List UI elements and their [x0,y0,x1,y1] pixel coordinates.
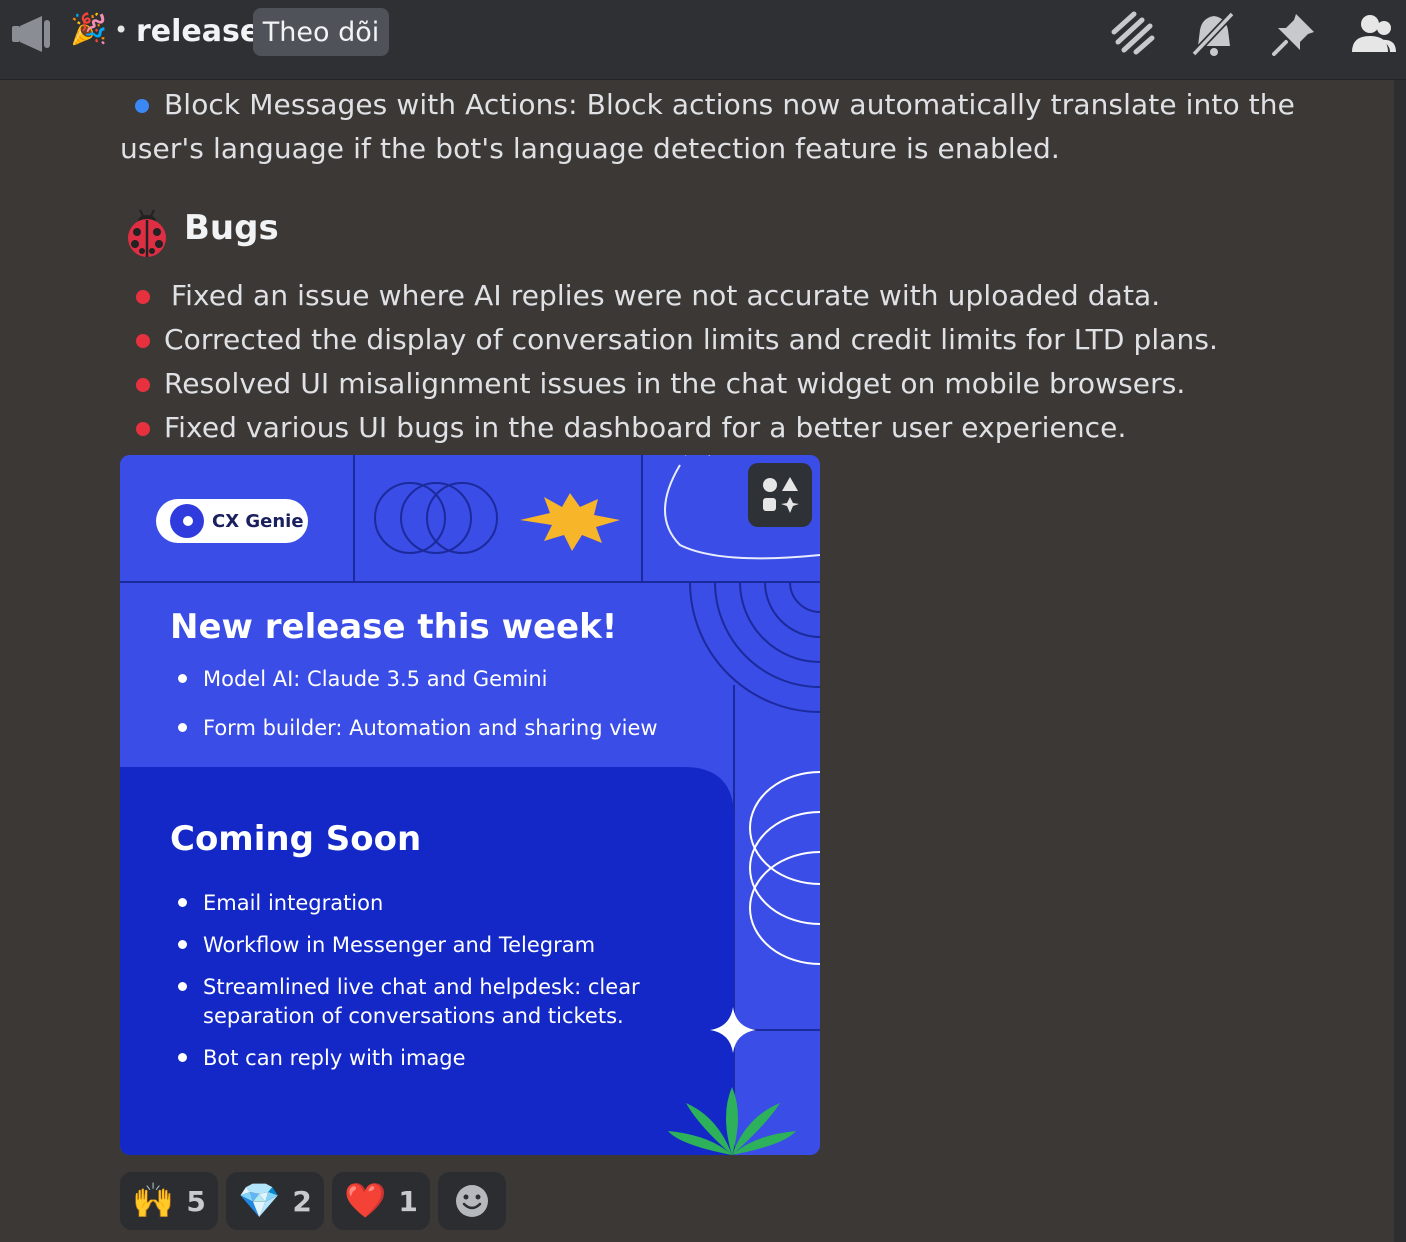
new-item-1: Model AI: Claude 3.5 and Gemini [178,667,548,691]
cx-genie-logo: CX Genie [156,499,308,543]
threads-icon[interactable] [1108,10,1156,58]
new-item-2: Form builder: Automation and sharing vie… [178,716,658,740]
reaction-heart[interactable]: ❤️ 1 [332,1172,430,1230]
reaction-count: 5 [186,1184,206,1218]
reaction-raised-hands[interactable]: 🙌 5 [120,1172,218,1230]
soon-item-4: Bot can reply with image [178,1046,466,1070]
soon-item-3-line2: separation of conversations and tickets. [203,1004,624,1028]
channel-name: release [136,14,261,49]
soon-item-1: Email integration [178,891,383,915]
bug-item-1: Fixed an issue where AI replies were not… [171,279,1161,312]
image-alt-icon [763,477,799,513]
party-emoji: 🎉 [70,12,108,47]
reaction-gem[interactable]: 💎 2 [226,1172,324,1230]
channel-header: 🎉 • release Theo dõi [0,0,1406,80]
image-alt-button[interactable] [748,463,812,527]
card-heading-new-release: New release this week! [170,607,618,647]
blue-bullet [135,99,149,113]
add-reaction-button[interactable] [438,1172,506,1230]
red-bullet [136,378,150,392]
gem-emoji: 💎 [238,1181,281,1221]
bug-item-2: Corrected the display of conversation li… [164,323,1219,356]
red-bullet [136,422,150,436]
logo-text: CX Genie [212,510,304,532]
feature-line-2: user's language if the bot's language de… [120,132,1060,165]
ladybug-icon [128,209,166,257]
announcement-megaphone-icon [12,16,50,52]
reaction-count: 1 [398,1184,418,1218]
mute-bell-icon[interactable] [1188,10,1236,58]
cx-genie-logo-icon [170,504,204,538]
raised-hands-emoji: 🙌 [132,1181,175,1221]
feature-line-1: Block Messages with Actions: Block actio… [164,88,1295,121]
follow-button[interactable]: Theo dõi [253,8,389,56]
soon-item-2: Workflow in Messenger and Telegram [178,933,595,957]
card-heading-coming-soon: Coming Soon [170,819,422,859]
bug-item-4: Fixed various UI bugs in the dashboard f… [164,411,1127,444]
soon-item-3: Streamlined live chat and helpdesk: clea… [178,975,640,999]
bugs-heading: Bugs [184,208,279,248]
red-bullet [136,334,150,348]
bug-item-3: Resolved UI misalignment issues in the c… [164,367,1186,400]
separator: • [114,16,129,44]
heart-emoji: ❤️ [344,1181,387,1221]
reaction-count: 2 [292,1184,312,1218]
scrollbar[interactable] [1394,80,1406,1242]
members-icon[interactable] [1350,10,1398,58]
red-bullet [136,290,150,304]
release-image-attachment[interactable]: CX Genie New release this week! Model AI… [120,455,820,1155]
pin-icon[interactable] [1270,10,1318,58]
add-reaction-smile-icon [456,1185,488,1217]
